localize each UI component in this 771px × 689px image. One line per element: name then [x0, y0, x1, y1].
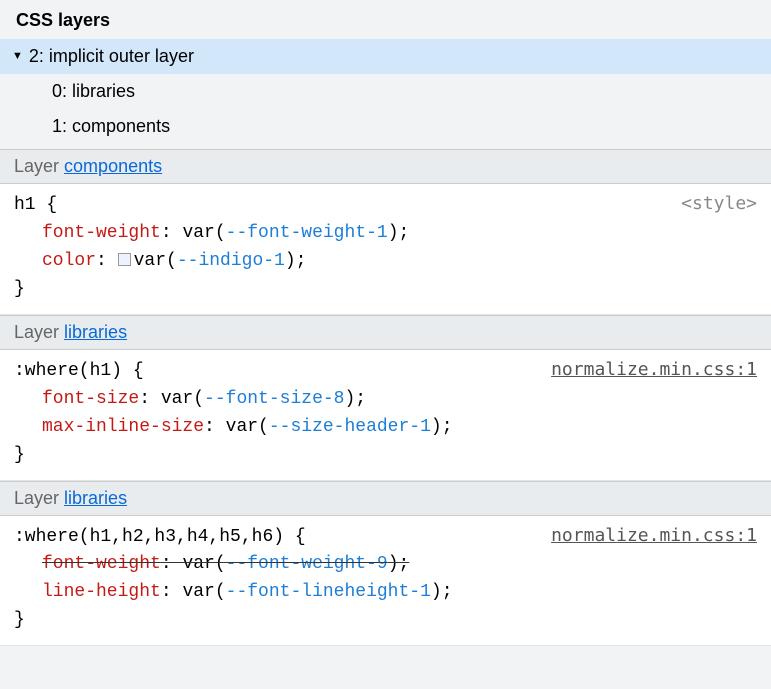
declaration[interactable]: max-inline-size: var(--size-header-1);	[14, 414, 757, 442]
func-open: var(	[182, 554, 225, 574]
property-name: color	[42, 251, 96, 271]
close-brace: }	[14, 610, 25, 630]
layer-header: Layer libraries	[0, 315, 771, 350]
layer-link[interactable]: components	[64, 156, 162, 176]
selector[interactable]: :where(h1)	[14, 361, 122, 381]
declaration[interactable]: line-height: var(--font-lineheight-1);	[14, 579, 757, 607]
func-open: var(	[182, 582, 225, 602]
layer-link[interactable]: libraries	[64, 488, 127, 508]
tree-item-label: 0: libraries	[52, 77, 135, 106]
layer-label: Layer	[14, 156, 59, 176]
func-open: var(	[226, 417, 269, 437]
selector[interactable]: h1	[14, 195, 36, 215]
css-variable: --size-header-1	[269, 417, 431, 437]
close-brace: }	[14, 445, 25, 465]
func-close: );	[388, 223, 410, 243]
tree-item[interactable]: 1: components	[0, 109, 771, 144]
rule-source-link[interactable]: normalize.min.css:1	[551, 356, 757, 384]
func-close: );	[388, 554, 410, 574]
func-close: );	[344, 389, 366, 409]
func-open: var(	[182, 223, 225, 243]
css-layers-panel: CSS layers ▼ 2: implicit outer layer 0: …	[0, 0, 771, 646]
property-name: font-weight	[42, 554, 161, 574]
tree-item[interactable]: 0: libraries	[0, 74, 771, 109]
disclosure-triangle-icon[interactable]: ▼	[12, 48, 23, 66]
layer-label: Layer	[14, 322, 59, 342]
tree-root-label: 2: implicit outer layer	[29, 42, 194, 71]
close-brace: }	[14, 279, 25, 299]
css-rule: h1 { <style> font-weight: var(--font-wei…	[0, 184, 771, 315]
layer-label: Layer	[14, 488, 59, 508]
open-brace: {	[46, 195, 57, 215]
property-name: max-inline-size	[42, 417, 204, 437]
css-variable: --font-weight-1	[226, 223, 388, 243]
property-name: font-weight	[42, 223, 161, 243]
layers-tree: ▼ 2: implicit outer layer 0: libraries 1…	[0, 39, 771, 149]
panel-title: CSS layers	[0, 0, 771, 39]
tree-root-row[interactable]: ▼ 2: implicit outer layer	[0, 39, 771, 74]
css-rule: :where(h1) { normalize.min.css:1 font-si…	[0, 350, 771, 481]
css-variable: --font-lineheight-1	[226, 582, 431, 602]
color-swatch-icon[interactable]	[118, 253, 131, 266]
css-variable: --font-weight-9	[226, 554, 388, 574]
property-name: font-size	[42, 389, 139, 409]
selector[interactable]: :where(h1,h2,h3,h4,h5,h6)	[14, 527, 284, 547]
func-close: );	[285, 251, 307, 271]
declaration[interactable]: font-size: var(--font-size-8);	[14, 386, 757, 414]
rule-source-link[interactable]: normalize.min.css:1	[551, 522, 757, 550]
func-open: var(	[134, 251, 177, 271]
css-rule: :where(h1,h2,h3,h4,h5,h6) { normalize.mi…	[0, 516, 771, 647]
declaration[interactable]: font-weight: var(--font-weight-1);	[14, 220, 757, 248]
func-close: );	[431, 582, 453, 602]
css-variable: --indigo-1	[177, 251, 285, 271]
tree-item-label: 1: components	[52, 112, 170, 141]
layer-header: Layer libraries	[0, 481, 771, 516]
declaration-overridden[interactable]: font-weight: var(--font-weight-9);	[14, 551, 757, 579]
rule-source[interactable]: <style>	[681, 190, 757, 218]
open-brace: {	[133, 361, 144, 381]
func-close: );	[431, 417, 453, 437]
property-name: line-height	[42, 582, 161, 602]
layer-header: Layer components	[0, 149, 771, 184]
func-open: var(	[161, 389, 204, 409]
layer-link[interactable]: libraries	[64, 322, 127, 342]
open-brace: {	[295, 527, 306, 547]
css-variable: --font-size-8	[204, 389, 344, 409]
declaration[interactable]: color: var(--indigo-1);	[14, 248, 757, 276]
